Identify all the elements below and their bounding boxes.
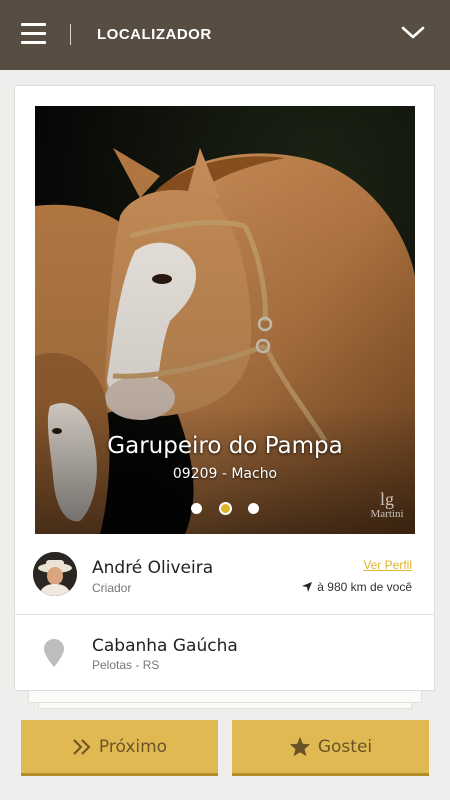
pagination-dot[interactable] <box>247 503 259 515</box>
section-divider <box>15 614 434 615</box>
like-button[interactable]: Gostei <box>232 720 429 776</box>
photographer-watermark: lg Martini <box>370 489 404 520</box>
owner-name: André Oliveira <box>92 558 214 578</box>
farm-name: Cabanha Gaúcha <box>92 636 238 656</box>
horse-name: Garupeiro do Pampa <box>107 433 343 459</box>
pagination-dot[interactable] <box>191 503 203 515</box>
top-bar: LOCALIZADOR <box>0 0 450 70</box>
page-title: LOCALIZADOR <box>97 26 212 43</box>
horse-photo[interactable]: Garupeiro do Pampa 09209 - Macho lg Marti… <box>35 106 415 534</box>
chevron-down-icon[interactable] <box>401 24 425 42</box>
hamburger-menu-icon[interactable] <box>21 23 46 45</box>
owner-avatar[interactable] <box>33 552 77 596</box>
distance-text: à 980 km de você <box>317 580 412 594</box>
pagination-dot-active[interactable] <box>218 502 232 516</box>
photo-pagination[interactable] <box>35 500 415 516</box>
horse-registration: 09209 - Macho <box>172 466 278 482</box>
navigation-arrow-icon <box>302 582 313 592</box>
next-button-label: Próximo <box>98 736 168 757</box>
star-icon <box>289 736 310 757</box>
view-profile-link[interactable]: Ver Perfil <box>363 558 412 572</box>
distance-info: à 980 km de você <box>301 580 412 594</box>
owner-role: Criador <box>92 581 132 595</box>
location-pin-icon <box>44 639 64 667</box>
next-button[interactable]: Próximo <box>21 720 218 776</box>
like-button-label: Gostei <box>317 736 373 757</box>
double-chevron-right-icon <box>73 738 91 755</box>
farm-location: Pelotas - RS <box>92 658 160 672</box>
horse-card[interactable]: Garupeiro do Pampa 09209 - Macho lg Marti… <box>14 85 435 691</box>
header-divider <box>70 24 71 45</box>
